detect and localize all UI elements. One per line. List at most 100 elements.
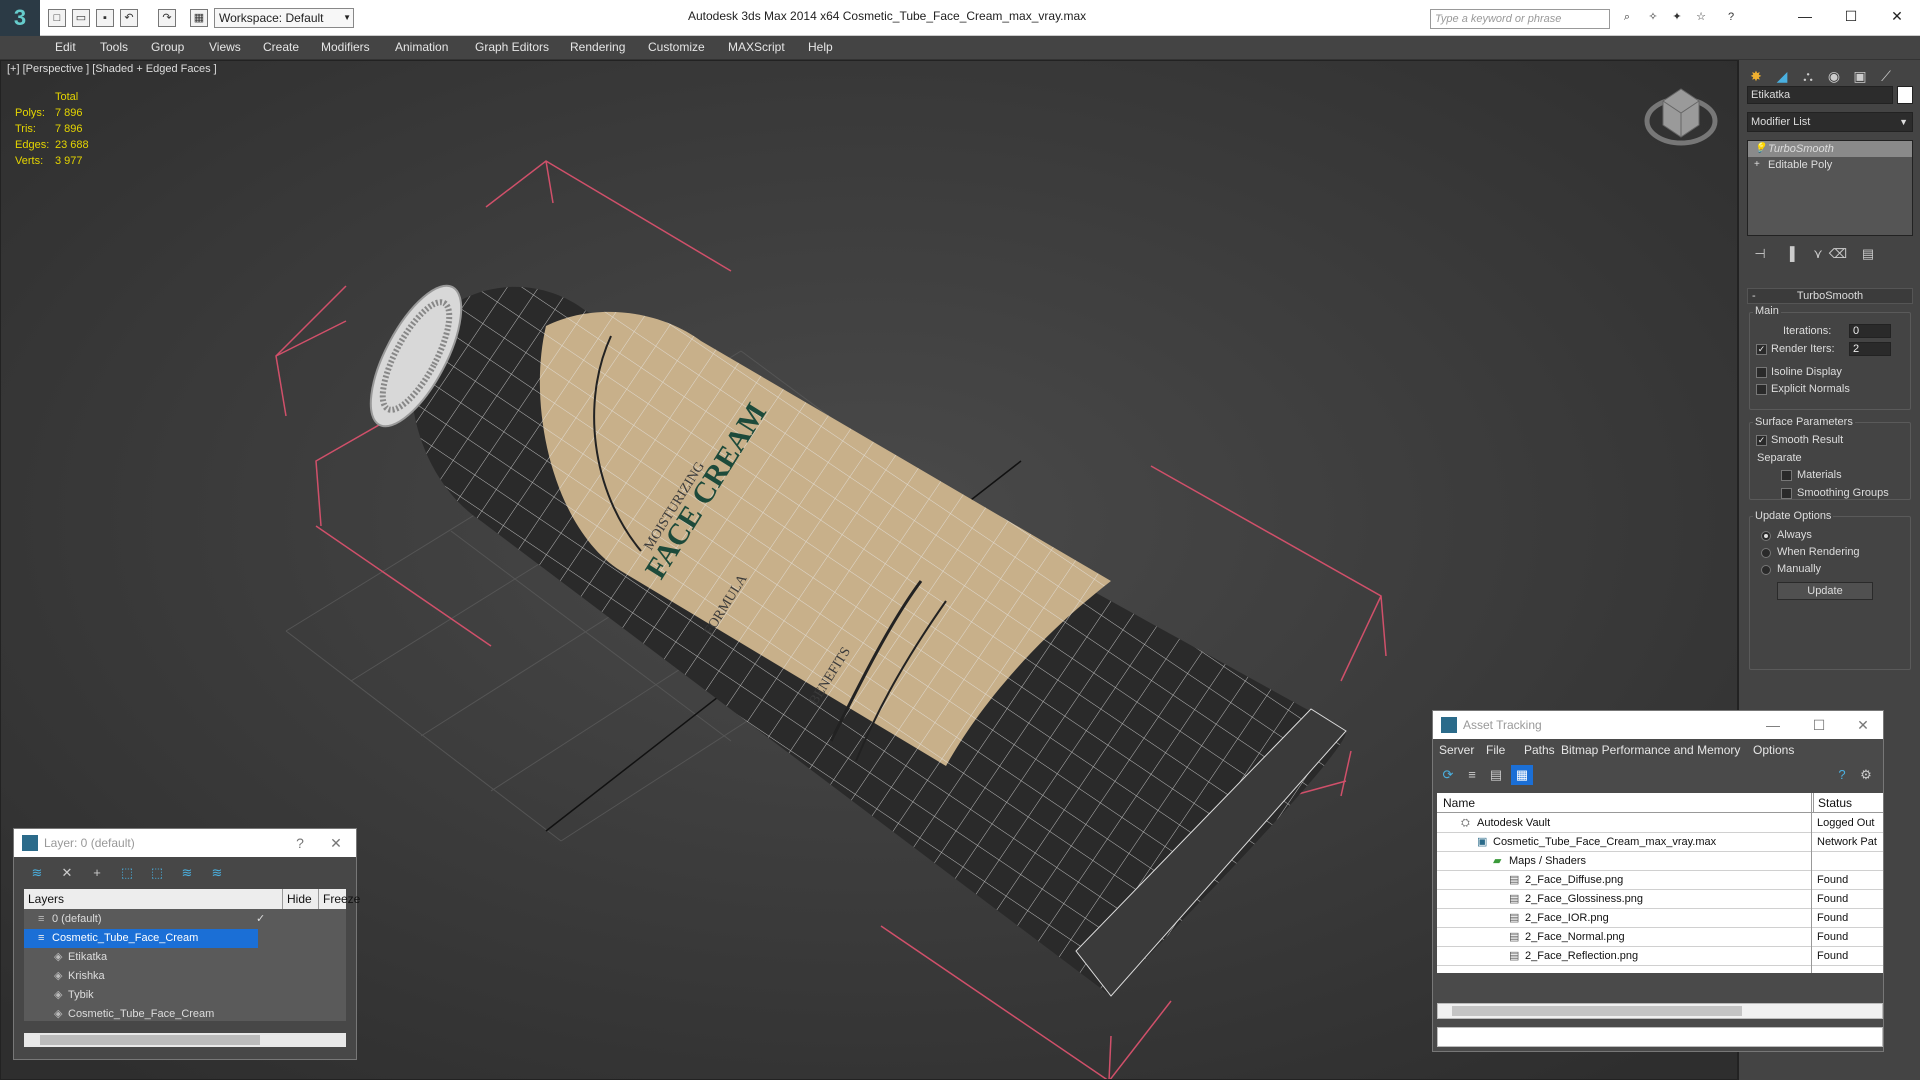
show-end-result-icon[interactable]: ▐ [1779,244,1801,264]
asset-settings-icon[interactable]: ⚙ [1855,765,1877,785]
asset-horizontal-scrollbar[interactable] [1437,1003,1883,1019]
menu-modifiers[interactable]: Modifiers [321,40,370,54]
close-icon[interactable]: ✕ [1874,4,1920,28]
menu-maxscript[interactable]: MAXScript [728,40,785,54]
save-file-icon[interactable]: ▪ [96,9,114,27]
layer-row[interactable]: ◈ Cosmetic_Tube_Face_Cream [24,1005,294,1024]
menu-animation[interactable]: Animation [395,40,448,54]
scrollbar-thumb[interactable] [1452,1006,1742,1016]
update-always-radio[interactable] [1761,531,1771,541]
menu-graph-editors[interactable]: Graph Editors [475,40,549,54]
asset-menu-paths[interactable]: Paths [1524,743,1555,757]
close-icon[interactable]: ✕ [318,829,354,857]
asset-menu-options[interactable]: Options [1753,743,1794,757]
menu-create[interactable]: Create [263,40,299,54]
menu-help[interactable]: Help [808,40,833,54]
column-layers[interactable]: Layers [28,889,64,909]
explicit-normals-checkbox[interactable] [1756,384,1767,395]
asset-menu-file[interactable]: File [1486,743,1505,757]
expand-plus-icon[interactable]: + [1754,157,1760,173]
hide-all-icon[interactable]: ≋ [176,863,198,883]
modify-tab-icon[interactable]: ◢ [1771,66,1793,86]
smooth-result-checkbox[interactable]: ✓ [1756,435,1767,446]
update-when-rendering-radio[interactable] [1761,548,1771,558]
layer-horizontal-scrollbar[interactable] [24,1033,346,1047]
refresh-icon[interactable]: ⟳ [1437,765,1459,785]
pin-stack-icon[interactable]: ⊣ [1749,244,1771,264]
scrollbar-thumb[interactable] [40,1035,260,1045]
render-iters-spinner[interactable]: 2 [1849,342,1891,356]
help-icon[interactable]: ? [1722,9,1740,27]
object-name-field[interactable]: Etikatka [1747,86,1893,104]
asset-row[interactable]: ▣ Cosmetic_Tube_Face_Cream_max_vray.max Ne… [1437,833,1883,852]
viewport-label[interactable]: [+] [Perspective ] [Shaded + Edged Faces… [7,63,217,75]
configure-sets-icon[interactable]: ▤ [1857,244,1879,264]
list-view-icon[interactable]: ≡ [1461,765,1483,785]
stack-item-turbosmooth[interactable]: 💡 TurboSmooth [1748,141,1912,157]
select-objects-icon[interactable]: ⬚ [116,863,138,883]
stack-item-editable-poly[interactable]: + Editable Poly [1748,157,1912,173]
asset-row[interactable]: ▤ 2_Face_Normal.png Found [1437,928,1883,947]
create-tab-icon[interactable]: ✸ [1745,66,1767,86]
binoculars-icon[interactable]: ⌕ [1618,9,1636,27]
project-folder-icon[interactable]: ▦ [190,9,208,27]
maximize-icon[interactable]: ☐ [1828,4,1874,28]
delete-layer-icon[interactable]: ✕ [56,863,78,883]
hierarchy-tab-icon[interactable]: ⛬ [1797,66,1819,86]
column-freeze[interactable]: Freeze [318,889,360,909]
remove-modifier-icon[interactable]: ⌫ [1827,244,1849,264]
column-status[interactable]: Status [1813,793,1883,813]
menu-views[interactable]: Views [209,40,241,54]
add-to-layer-icon[interactable]: + [86,863,108,883]
menu-edit[interactable]: Edit [55,40,76,54]
communication-icon[interactable]: ✦ [1668,9,1686,27]
utilities-tab-icon[interactable]: ⟋ [1875,66,1897,86]
asset-row[interactable]: ▤ 2_Face_Glossiness.png Found [1437,890,1883,909]
open-file-icon[interactable]: ▭ [72,9,90,27]
menu-rendering[interactable]: Rendering [570,40,625,54]
layer-row[interactable]: ≡ Cosmetic_Tube_Face_Cream [24,929,258,948]
create-layer-icon[interactable]: ≋ [26,863,48,883]
layer-row[interactable]: ◈ Etikatka [24,948,294,967]
update-button[interactable]: Update [1777,582,1873,600]
maximize-icon[interactable]: ☐ [1801,711,1837,739]
search-input[interactable]: Type a keyword or phrase [1430,9,1610,29]
asset-row[interactable]: ▤ 2_Face_IOR.png Found [1437,909,1883,928]
smoothing-groups-checkbox[interactable] [1781,488,1792,499]
motion-tab-icon[interactable]: ◉ [1823,66,1845,86]
redo-icon[interactable]: ↷ [158,9,176,27]
undo-icon[interactable]: ↶ [120,9,138,27]
workspace-dropdown[interactable]: Workspace: Default ▼ [214,8,354,28]
asset-row[interactable]: ⛭ Autodesk Vault Logged Out [1437,814,1883,833]
layer-row[interactable]: ◈ Tybik [24,986,294,1005]
asset-menu-bitmap[interactable]: Bitmap Performance and Memory [1561,743,1740,757]
asset-path-field[interactable] [1437,1027,1883,1047]
freeze-all-icon[interactable]: ≋ [206,863,228,883]
column-hide[interactable]: Hide [282,889,312,909]
asset-row[interactable]: ▤ 2_Face_Reflection.png Found [1437,947,1883,966]
materials-checkbox[interactable] [1781,470,1792,481]
asset-help-icon[interactable]: ? [1831,765,1853,785]
menu-tools[interactable]: Tools [100,40,128,54]
app-logo-icon[interactable]: 3 [0,0,40,36]
asset-row[interactable]: ▰ Maps / Shaders [1437,852,1883,871]
turbosmooth-rollout-header[interactable]: - TurboSmooth [1747,288,1913,304]
menu-group[interactable]: Group [151,40,184,54]
display-tab-icon[interactable]: ▣ [1849,66,1871,86]
asset-row[interactable]: ▤ 2_Face_Diffuse.png Found [1437,871,1883,890]
isoline-display-checkbox[interactable] [1756,367,1767,378]
table-view-icon[interactable]: ▦ [1511,765,1533,785]
layer-row[interactable]: ≡ 0 (default) ✓ [24,910,294,929]
render-iters-checkbox[interactable]: ✓ [1756,344,1767,355]
asset-menu-server[interactable]: Server [1439,743,1474,757]
highlight-layer-icon[interactable]: ⬚ [146,863,168,883]
column-name[interactable]: Name [1443,793,1475,813]
help-icon[interactable]: ? [282,829,318,857]
new-file-icon[interactable]: □ [48,9,66,27]
minimize-icon[interactable]: — [1755,711,1791,739]
lightbulb-icon[interactable]: 💡 [1754,141,1766,157]
minimize-icon[interactable]: — [1782,4,1828,28]
favorites-star-icon[interactable]: ☆ [1692,9,1710,27]
menu-customize[interactable]: Customize [648,40,705,54]
iterations-spinner[interactable]: 0 [1849,324,1891,338]
